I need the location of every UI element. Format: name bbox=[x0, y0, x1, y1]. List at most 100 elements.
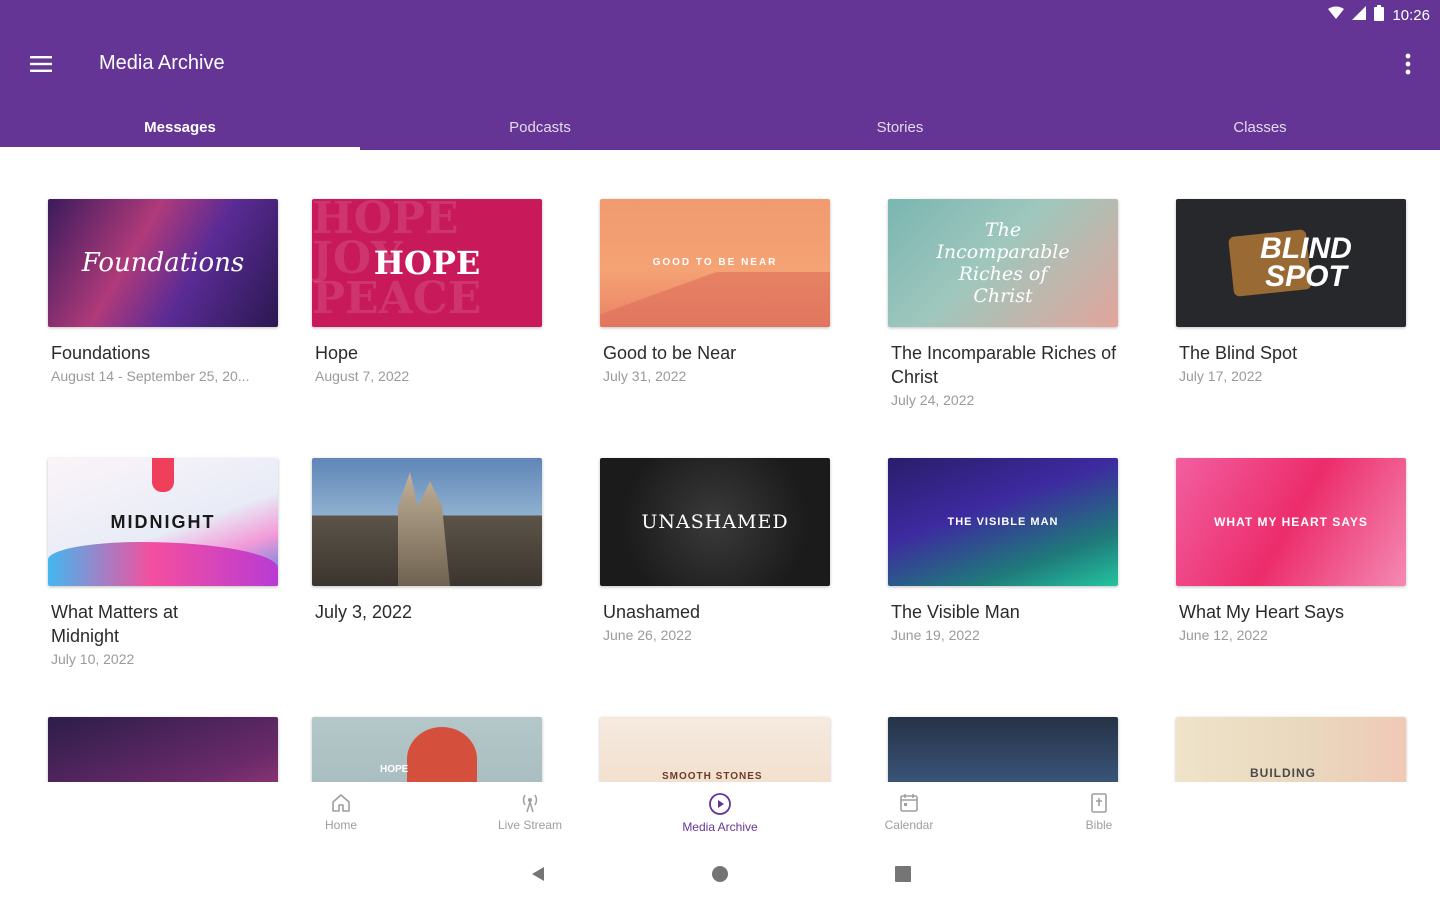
thumbnail: Foundations bbox=[48, 199, 278, 327]
thumbnail: HOPE bbox=[312, 717, 542, 782]
card-date: July 31, 2022 bbox=[603, 368, 687, 384]
card-title: July 3, 2022 bbox=[315, 602, 413, 622]
more-vert-icon bbox=[1405, 53, 1411, 75]
card-partial[interactable] bbox=[888, 717, 1118, 782]
thumbnail-text: MIDNIGHT bbox=[110, 512, 216, 532]
card-partial[interactable]: HOPE bbox=[312, 717, 542, 782]
card-date: July 24, 2022 bbox=[891, 392, 975, 408]
thumbnail: BLIND SPOT bbox=[1176, 199, 1406, 327]
nav-label: Bible bbox=[1085, 818, 1113, 832]
thumbnail-text: SMOOTH STONES bbox=[662, 771, 763, 782]
card-title: Unashamed bbox=[603, 602, 701, 622]
card-title: Hope bbox=[315, 343, 359, 363]
thumbnail: The Incomparable Riches of Christ bbox=[888, 199, 1118, 327]
shape-graphic bbox=[152, 458, 174, 492]
card-july-3[interactable]: July 3, 2022 bbox=[312, 458, 542, 624]
card-good-to-be-near[interactable]: GOOD TO BE NEAR Good to be Near July 31,… bbox=[600, 199, 830, 387]
card-date: July 10, 2022 bbox=[51, 651, 135, 667]
play-circle-icon bbox=[709, 793, 731, 815]
card-date: June 19, 2022 bbox=[891, 627, 980, 643]
thumbnail: GOOD TO BE NEAR bbox=[600, 199, 830, 327]
nav-media-archive[interactable]: Media Archive bbox=[660, 792, 780, 842]
card-unashamed[interactable]: UNASHAMED Unashamed June 26, 2022 bbox=[600, 458, 830, 646]
thumbnail bbox=[48, 717, 278, 782]
system-navigation-bar bbox=[0, 844, 1440, 900]
card-partial[interactable]: SMOOTH STONES bbox=[600, 717, 830, 782]
back-triangle-icon bbox=[532, 867, 544, 881]
card-foundations[interactable]: Foundations Foundations August 14 - Sept… bbox=[48, 199, 278, 387]
recents-button[interactable] bbox=[891, 862, 915, 886]
card-incomparable-riches[interactable]: The Incomparable Riches of Christ The In… bbox=[888, 199, 1118, 411]
thumbnail-text: Foundations bbox=[81, 248, 245, 278]
nav-label: Media Archive bbox=[682, 820, 758, 834]
nav-label: Live Stream bbox=[497, 818, 563, 832]
nav-calendar[interactable]: Calendar bbox=[849, 792, 969, 842]
signal-icon bbox=[1352, 5, 1367, 25]
bottom-navigation: Home Live Stream Media Archive Calendar … bbox=[0, 782, 1440, 844]
nav-home[interactable]: Home bbox=[281, 792, 401, 842]
thumbnail: SMOOTH STONES bbox=[600, 717, 830, 782]
menu-icon bbox=[30, 56, 52, 72]
thumbnail: WHAT MY HEART SAYS bbox=[1176, 458, 1406, 586]
card-date: August 14 - September 25, 20... bbox=[51, 368, 250, 384]
toolbar: Media Archive bbox=[0, 34, 1440, 94]
bible-icon bbox=[1091, 793, 1107, 813]
card-what-my-heart-says[interactable]: WHAT MY HEART SAYS What My Heart Says Ju… bbox=[1176, 458, 1406, 646]
overflow-menu-button[interactable] bbox=[1396, 48, 1420, 80]
card-date: June 12, 2022 bbox=[1179, 627, 1268, 643]
home-icon bbox=[332, 794, 350, 812]
thumbnail-text: BUILDING bbox=[1250, 766, 1316, 780]
hamburger-menu-button[interactable] bbox=[22, 46, 60, 82]
mountain-graphic bbox=[600, 272, 830, 327]
card-partial[interactable]: BUILDING bbox=[1176, 717, 1406, 782]
recents-square-icon bbox=[895, 866, 911, 882]
thumbnail-text: HOPE bbox=[380, 764, 409, 775]
broadcast-icon bbox=[522, 794, 538, 813]
tab-classes[interactable]: Classes bbox=[1080, 104, 1440, 150]
home-system-button[interactable] bbox=[708, 862, 732, 886]
tab-podcasts[interactable]: Podcasts bbox=[360, 104, 720, 150]
back-button[interactable] bbox=[526, 862, 550, 886]
card-date: August 7, 2022 bbox=[315, 368, 410, 384]
thumbnail bbox=[312, 458, 542, 586]
wifi-icon bbox=[1328, 6, 1345, 25]
thumbnail-text: BLIND SPOT bbox=[1260, 232, 1352, 293]
card-date: June 26, 2022 bbox=[603, 627, 692, 643]
tab-bar: Messages Podcasts Stories Classes bbox=[0, 104, 1440, 150]
thumbnail-text: GOOD TO BE NEAR bbox=[652, 257, 778, 268]
card-hope[interactable]: HOPE JOY PEACE HOPE Hope August 7, 2022 bbox=[312, 199, 542, 387]
thumbnail-text: WHAT MY HEART SAYS bbox=[1214, 515, 1368, 529]
clock: 10:26 bbox=[1392, 6, 1430, 24]
messages-grid: Foundations Foundations August 14 - Sept… bbox=[0, 150, 1440, 782]
card-partial[interactable] bbox=[48, 717, 278, 782]
card-what-matters-at-midnight[interactable]: MIDNIGHT What Matters at Midnight July 1… bbox=[48, 458, 278, 670]
card-title: The Blind Spot bbox=[1179, 343, 1298, 363]
tab-stories[interactable]: Stories bbox=[720, 104, 1080, 150]
thumbnail: BUILDING bbox=[1176, 717, 1406, 782]
card-visible-man[interactable]: THE VISIBLE MAN The Visible Man June 19,… bbox=[888, 458, 1118, 646]
calendar-icon bbox=[900, 794, 918, 812]
nav-label: Home bbox=[324, 818, 357, 832]
heart-graphic bbox=[407, 727, 477, 782]
card-title: What My Heart Says bbox=[1179, 602, 1345, 622]
thumbnail: HOPE JOY PEACE HOPE bbox=[312, 199, 542, 327]
app-bar: 10:26 Media Archive Messages Podcasts St… bbox=[0, 0, 1440, 150]
thumbnail: MIDNIGHT bbox=[48, 458, 278, 586]
nav-label: Calendar bbox=[884, 818, 934, 832]
thumbnail-text: HOPE bbox=[373, 244, 481, 282]
thumbnail-text: The Incomparable Riches of Christ bbox=[936, 219, 1070, 307]
thumbnail: THE VISIBLE MAN bbox=[888, 458, 1118, 586]
card-date: July 17, 2022 bbox=[1179, 368, 1263, 384]
wave-graphic bbox=[48, 542, 278, 586]
page-title: Media Archive bbox=[99, 52, 225, 74]
home-circle-icon bbox=[712, 866, 728, 882]
nav-bible[interactable]: Bible bbox=[1039, 792, 1159, 842]
thumbnail-text: UNASHAMED bbox=[641, 510, 789, 533]
card-blind-spot[interactable]: BLIND SPOT The Blind Spot July 17, 2022 bbox=[1176, 199, 1406, 387]
card-title: The Visible Man bbox=[891, 602, 1020, 622]
nav-live-stream[interactable]: Live Stream bbox=[470, 792, 590, 842]
card-title: The Incomparable Riches of Christ bbox=[891, 343, 1117, 387]
battery-icon bbox=[1374, 4, 1385, 26]
tab-messages[interactable]: Messages bbox=[0, 104, 360, 150]
card-title: Good to be Near bbox=[603, 343, 737, 363]
